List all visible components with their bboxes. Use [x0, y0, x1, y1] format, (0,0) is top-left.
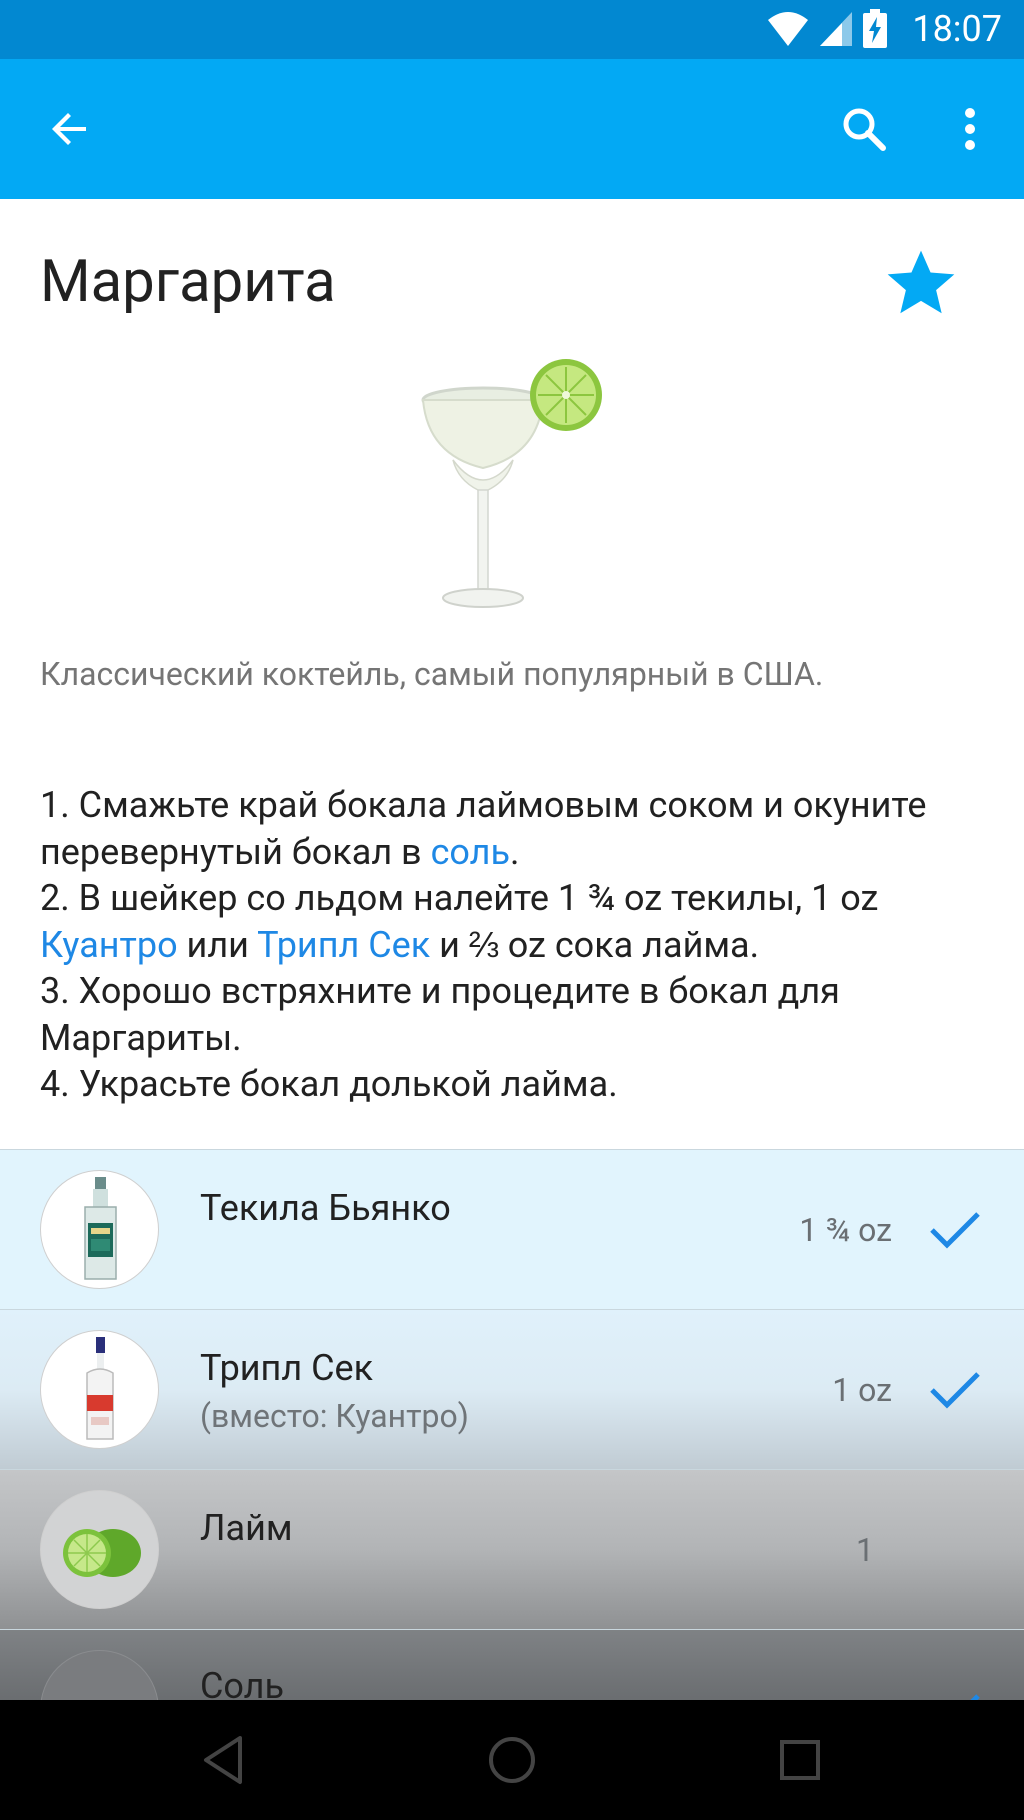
- nav-home-icon[interactable]: [482, 1730, 542, 1790]
- back-button[interactable]: [38, 97, 102, 161]
- instruction-text: 2. В шейкер со льдом налейте 1 ¾ oz теки…: [40, 877, 879, 919]
- ingredient-amount: 1 oz: [832, 1371, 892, 1409]
- ingredient-amount: 1: [856, 1531, 874, 1569]
- ingredient-row-triple-sec[interactable]: Трипл Сек (вместо: Куантро) 1 oz: [0, 1309, 1024, 1469]
- nav-back-icon[interactable]: [194, 1730, 254, 1790]
- instruction-text: 4. Украсьте бокал долькой лайма.: [40, 1063, 618, 1105]
- ingredient-name: Соль: [200, 1665, 285, 1701]
- search-button[interactable]: [832, 97, 896, 161]
- triple-sec-bottle-icon: [86, 1337, 114, 1440]
- ingredient-row-lime[interactable]: Лайм 1: [0, 1469, 1024, 1629]
- signal-icon: [820, 12, 852, 46]
- check-icon[interactable]: [928, 1208, 982, 1252]
- instruction-text: или: [177, 923, 258, 966]
- ingredient-substitute: (вместо: Куантро): [200, 1397, 469, 1435]
- instruction-text: .: [510, 830, 520, 873]
- page-title: Маргарита: [40, 248, 336, 316]
- avatar: [40, 1170, 159, 1289]
- navigation-bar: [0, 1700, 1024, 1820]
- avatar: [40, 1650, 159, 1701]
- drink-description: Классический коктейль, самый популярный …: [40, 655, 824, 693]
- margarita-glass-image: [421, 359, 602, 608]
- link-cointreau[interactable]: Куантро: [40, 924, 178, 966]
- link-triple-sec[interactable]: Трипл Сек: [257, 924, 430, 966]
- ingredient-name: Лайм: [200, 1507, 293, 1549]
- ingredient-amount: 1 ¾ oz: [799, 1211, 892, 1249]
- wifi-icon: [768, 12, 808, 46]
- ingredient-name: Трипл Сек: [200, 1347, 374, 1389]
- avatar: [40, 1330, 159, 1449]
- more-options-button[interactable]: [938, 97, 1002, 161]
- search-icon: [843, 108, 886, 151]
- arrow-left-icon: [52, 113, 86, 145]
- star-icon[interactable]: [884, 246, 958, 320]
- battery-charging-icon: [863, 9, 887, 48]
- link-salt[interactable]: соль: [431, 831, 510, 873]
- instructions: 1. Смажьте край бокала лаймовым соком и …: [40, 782, 1000, 1108]
- status-bar: 18:07: [0, 0, 1024, 59]
- ingredient-row-tequila[interactable]: Текила Бьянко 1 ¾ oz: [0, 1149, 1024, 1309]
- tequila-bottle-icon: [84, 1177, 117, 1280]
- lime-icon: [63, 1529, 141, 1577]
- app-bar: [0, 59, 1024, 199]
- instruction-text: и ⅔ oz сока лайма.: [430, 923, 760, 966]
- check-icon[interactable]: [928, 1368, 982, 1412]
- more-vert-icon: [965, 108, 975, 150]
- status-icons: [766, 9, 888, 49]
- nav-recents-icon[interactable]: [770, 1730, 830, 1790]
- status-time: 18:07: [912, 8, 1002, 50]
- avatar: [40, 1490, 159, 1609]
- ingredient-list: Текила Бьянко 1 ¾ oz Трипл Сек (вместо: …: [0, 1149, 1024, 1701]
- ingredient-row-salt[interactable]: Соль: [0, 1629, 1024, 1701]
- instruction-text: 3. Хорошо встряхните и процедите в бокал…: [40, 970, 840, 1059]
- ingredient-name: Текила Бьянко: [200, 1187, 451, 1229]
